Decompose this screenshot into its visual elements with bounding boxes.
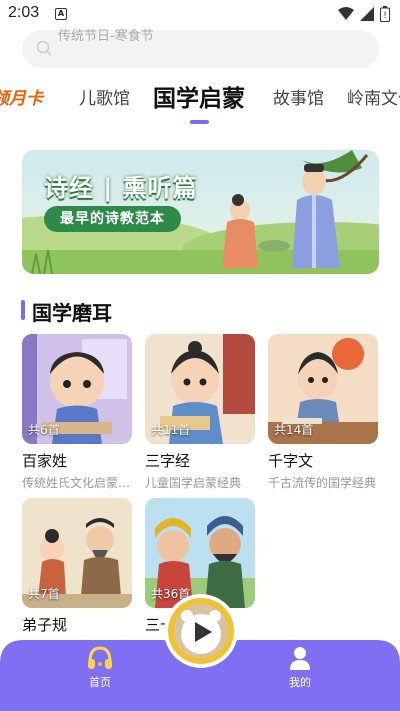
album-title: 百家姓 — [22, 452, 68, 470]
tab-lingnan-culture[interactable]: 岭南文化 — [347, 82, 400, 116]
album-card[interactable]: 共7首 弟子规 — [22, 498, 132, 634]
album-card[interactable]: 共36首 三十 — [145, 498, 255, 634]
status-time: 2:03 — [8, 4, 40, 21]
banner-subtitle: 最早的诗教范本 — [44, 206, 181, 232]
headphones-icon — [88, 646, 112, 669]
nav-home[interactable]: 首页 — [70, 646, 130, 689]
tab-stories[interactable]: 故事馆 — [273, 82, 324, 116]
play-button[interactable] — [164, 594, 238, 668]
tab-guoxue[interactable]: 国学启蒙 — [153, 82, 245, 116]
album-description: 传统姓氏文化启蒙经典 — [22, 476, 132, 490]
battery-icon: ! — [380, 6, 390, 22]
user-icon — [290, 647, 310, 670]
album-description: 千古流传的国学经典 — [268, 476, 377, 490]
album-card[interactable]: 共6首 百家姓 传统姓氏文化启蒙经典 — [22, 334, 132, 490]
track-count: 共7首 — [28, 587, 60, 601]
nav-home-label: 首页 — [89, 676, 111, 689]
notification-a-icon: A — [55, 8, 67, 20]
tab-nursery-rhymes[interactable]: 儿歌馆 — [79, 82, 130, 116]
album-cover: 共6首 — [22, 334, 132, 444]
album-description: 儿童国学启蒙经典 — [145, 476, 242, 490]
signal-icon — [360, 7, 374, 21]
tab-indicator — [190, 120, 209, 124]
banner-title: 诗经 | 熏听篇 — [44, 174, 198, 202]
section-title: 国学磨耳 — [32, 301, 112, 325]
track-count: 共6首 — [28, 423, 60, 437]
album-title: 弟子规 — [22, 616, 68, 634]
track-count: 共11首 — [151, 423, 191, 437]
promo-banner[interactable]: 诗经 | 熏听篇 最早的诗教范本 — [22, 150, 379, 274]
track-count: 共14首 — [274, 423, 314, 437]
album-cover: 共11首 — [145, 334, 255, 444]
tab-month-card[interactable]: 领月卡 — [0, 82, 43, 116]
svg-text:!: ! — [383, 11, 387, 21]
album-cover: 共7首 — [22, 498, 132, 608]
album-title: 千字文 — [268, 452, 314, 470]
nav-mine[interactable]: 我的 — [270, 646, 330, 689]
album-cover: 共14首 — [268, 334, 378, 444]
category-tabs: 领月卡 儿歌馆 国学启蒙 故事馆 岭南文化 — [0, 82, 400, 122]
wifi-icon — [338, 7, 354, 20]
system-icons: ! — [338, 6, 390, 22]
album-title: 三字经 — [145, 452, 191, 470]
album-cover: 共36首 — [145, 498, 255, 608]
search-bar[interactable]: 传统节日-寒食节 — [22, 30, 379, 68]
nav-mine-label: 我的 — [289, 676, 311, 689]
album-card[interactable]: 共14首 千字文 千古流传的国学经典 — [268, 334, 378, 490]
album-card[interactable]: 共11首 三字经 儿童国学启蒙经典 — [145, 334, 255, 490]
status-bar: 2:03 A ! — [0, 0, 400, 28]
search-icon — [36, 40, 52, 56]
search-input[interactable]: 传统节日-寒食节 — [58, 30, 154, 44]
section-accent-bar — [21, 300, 25, 320]
